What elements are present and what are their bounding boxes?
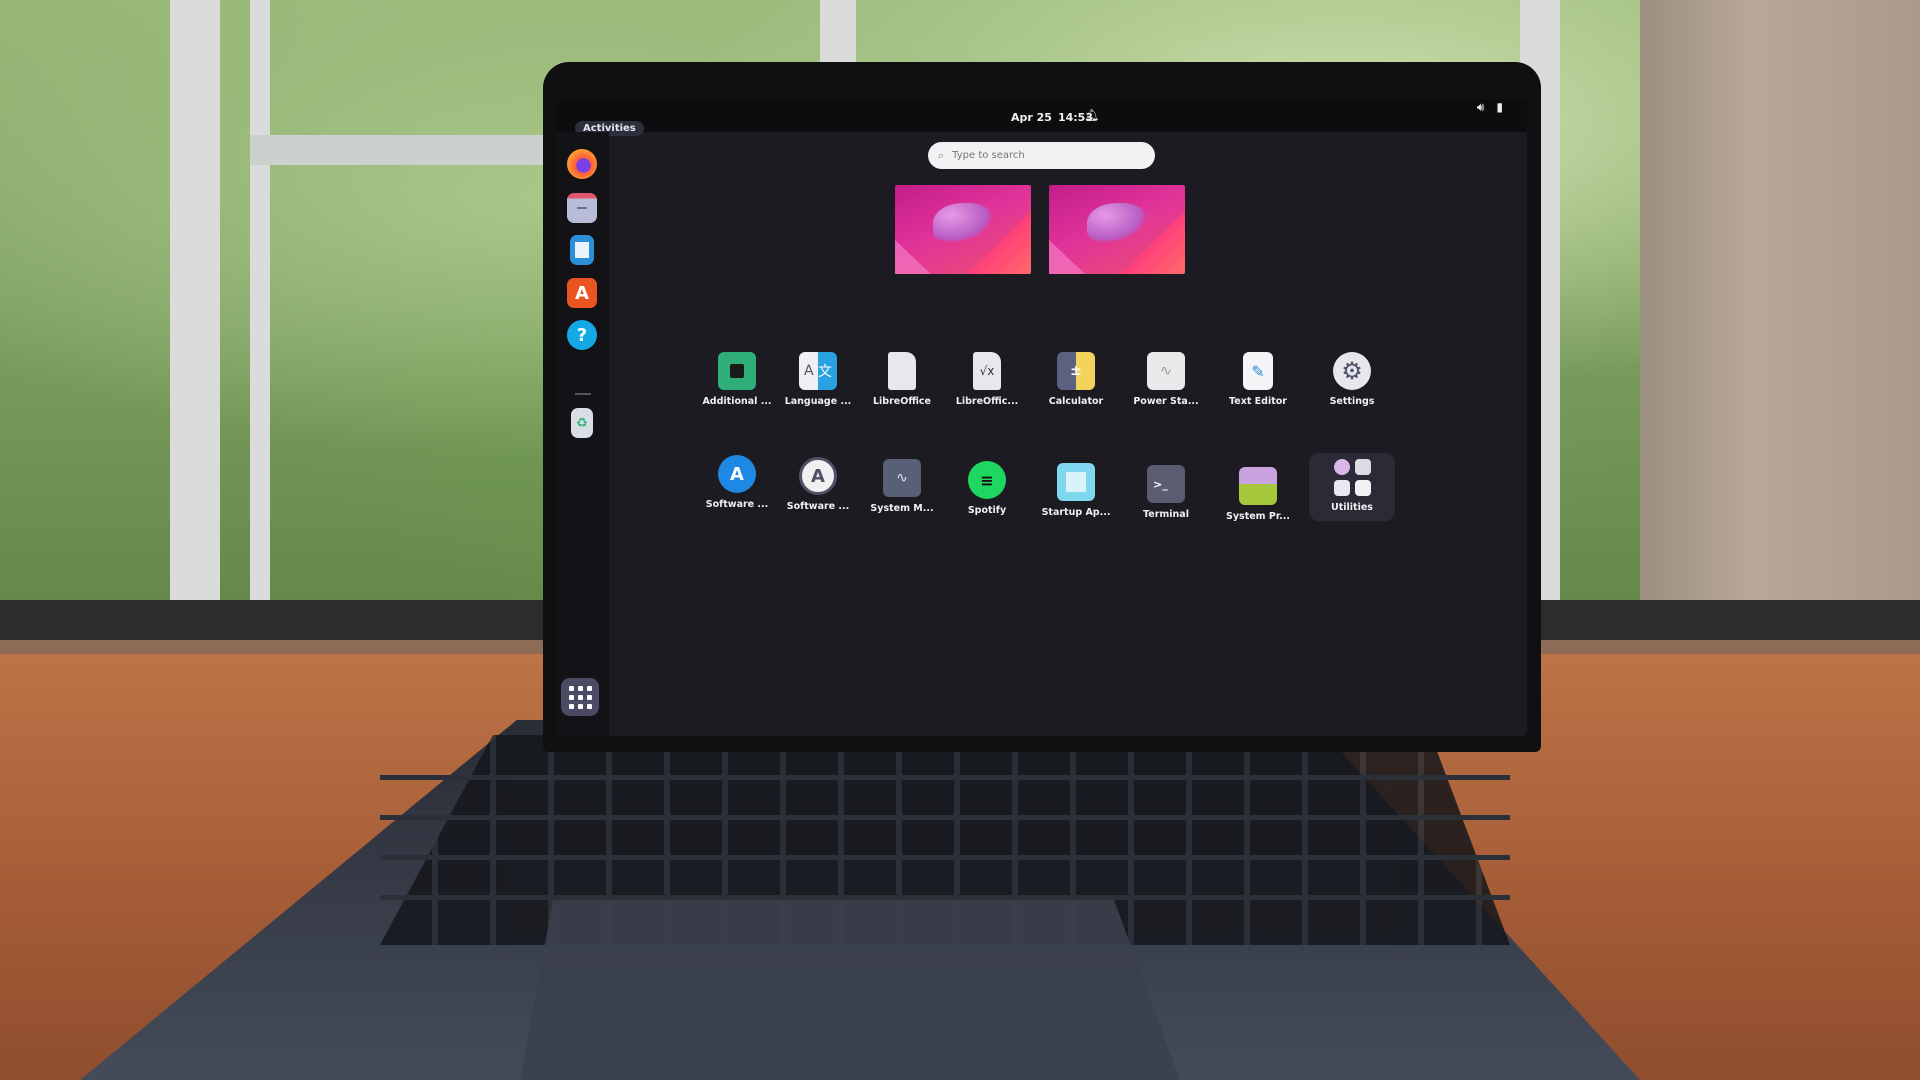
- window-frame: [170, 0, 220, 640]
- folder-utilities[interactable]: Utilities: [1309, 453, 1395, 521]
- app-calculator[interactable]: ± Calculator: [1033, 352, 1119, 407]
- dock-item-files[interactable]: [567, 193, 597, 223]
- app-grid-icon: [568, 685, 574, 691]
- system-profiler-icon: [1239, 467, 1277, 505]
- speaker-icon[interactable]: 🔊︎: [1477, 100, 1485, 114]
- app-label: Startup Ap...: [1041, 507, 1111, 518]
- app-language-support[interactable]: A 文 Language ...: [775, 352, 861, 407]
- app-label: Utilities: [1331, 502, 1373, 513]
- window-frame: [250, 0, 270, 640]
- keyboard-row-gap: [380, 815, 1510, 820]
- app-label: LibreOffice: [873, 396, 931, 407]
- app-label: Calculator: [1048, 396, 1104, 407]
- workspace-thumbnail-2[interactable]: [1049, 185, 1185, 274]
- search-box[interactable]: ⌕: [928, 142, 1155, 169]
- app-startup-applications[interactable]: Startup Ap...: [1033, 463, 1119, 518]
- battery-icon[interactable]: ▮: [1496, 100, 1503, 114]
- app-label: Additional ...: [702, 396, 772, 407]
- wall: [1640, 0, 1920, 680]
- bell-icon[interactable]: 🔔︎: [1084, 108, 1099, 122]
- dock-item-writer[interactable]: [570, 235, 594, 265]
- settings-gear-icon: ⚙: [1333, 352, 1371, 390]
- app-additional-drivers[interactable]: Additional ...: [694, 352, 780, 407]
- keyboard-row-gap: [380, 775, 1510, 780]
- jellyfish-wallpaper: [1087, 203, 1147, 243]
- dock-item-software[interactable]: A: [567, 278, 597, 308]
- app-label: Software ...: [786, 501, 850, 512]
- app-terminal[interactable]: >_ Terminal: [1123, 465, 1209, 520]
- libreoffice-math-icon: √x: [973, 352, 1001, 390]
- power-stats-icon: ∿: [1147, 352, 1185, 390]
- app-text-editor[interactable]: ✎ Text Editor: [1215, 352, 1301, 407]
- date-label: Apr 25: [1011, 111, 1052, 124]
- app-label: System Pr...: [1226, 511, 1290, 522]
- dock: A ? ♻: [557, 132, 609, 736]
- app-label: Spotify: [967, 505, 1007, 516]
- document-icon: [575, 242, 589, 258]
- keyboard-row-gap: [380, 855, 1510, 860]
- app-system-profiler[interactable]: System Pr...: [1215, 467, 1301, 522]
- desktop-screen: Activities Apr 2514:53 🔔︎ 🔊︎▮ A ? ♻ ⌕ Ad…: [557, 100, 1527, 736]
- help-icon: ?: [576, 324, 588, 346]
- terminal-icon: >_: [1147, 465, 1185, 503]
- trash-icon: ♻: [576, 415, 588, 431]
- app-label: Power Sta...: [1133, 396, 1199, 407]
- app-label: Text Editor: [1229, 396, 1287, 407]
- jellyfish-wallpaper: [933, 203, 993, 243]
- system-monitor-icon: ∿: [883, 459, 921, 497]
- folder-icon: [577, 207, 587, 209]
- app-label: Software ...: [705, 499, 769, 510]
- top-bar: Activities Apr 25 14:53 🔔︎ 🔊︎ ▮: [557, 100, 1527, 136]
- dock-item-trash[interactable]: ♻: [571, 408, 593, 438]
- app-settings[interactable]: ⚙ Settings: [1309, 352, 1395, 407]
- dock-item-help[interactable]: ?: [567, 320, 597, 350]
- dock-separator: [575, 393, 591, 395]
- software-updater-icon: A: [718, 455, 756, 493]
- app-system-monitor[interactable]: ∿ System M...: [859, 459, 945, 514]
- show-apps-button[interactable]: [561, 678, 599, 716]
- search-input[interactable]: [950, 149, 1135, 162]
- app-software-properties[interactable]: A Software ...: [775, 457, 861, 512]
- workspace-thumbnail-1[interactable]: [895, 185, 1031, 274]
- startup-apps-icon: [1057, 463, 1095, 501]
- app-libreoffice[interactable]: LibreOffice: [859, 352, 945, 407]
- app-label: System M...: [870, 503, 934, 514]
- app-store-icon: A: [575, 282, 589, 304]
- folder-utilities-icon: [1309, 459, 1395, 496]
- libreoffice-icon: [888, 352, 916, 390]
- trackpad: [520, 900, 1180, 1080]
- app-power-statistics[interactable]: ∿ Power Sta...: [1123, 352, 1209, 407]
- dock-item-firefox[interactable]: [567, 149, 597, 179]
- search-icon: ⌕: [938, 148, 945, 162]
- app-spotify[interactable]: ≡ Spotify: [944, 461, 1030, 516]
- app-label: Language ...: [784, 396, 852, 407]
- language-icon: A 文: [799, 352, 837, 390]
- spotify-icon: ≡: [968, 461, 1006, 499]
- system-tray[interactable]: 🔊︎ ▮: [1465, 100, 1503, 115]
- app-libreoffice-math[interactable]: √x LibreOffic...: [944, 352, 1030, 407]
- app-label: Settings: [1329, 396, 1375, 407]
- text-editor-icon: ✎: [1243, 352, 1273, 390]
- keyboard-row-gap: [380, 895, 1510, 900]
- chip-icon: [718, 352, 756, 390]
- app-software-updater[interactable]: A Software ...: [694, 455, 780, 510]
- app-label: LibreOffic...: [955, 396, 1019, 407]
- app-label: Terminal: [1143, 509, 1189, 520]
- window-frame: [250, 135, 570, 165]
- calculator-icon: ±: [1057, 352, 1095, 390]
- software-properties-icon: A: [799, 457, 837, 495]
